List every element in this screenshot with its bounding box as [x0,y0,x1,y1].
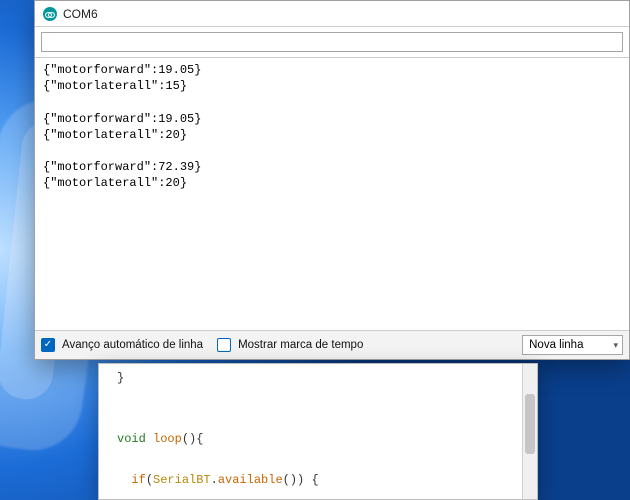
chevron-down-icon: ▾ [613,340,618,351]
code-brace-close: } [117,371,124,385]
code-fn-loop: loop [153,432,182,446]
code-paren-open: ( [146,473,153,487]
code-scrollbar[interactable] [522,364,537,499]
bottom-bar: ✓ Avanço automático de linha Mostrar mar… [35,330,629,359]
code-keyword-if: if [131,473,145,487]
autoscroll-checkbox[interactable]: ✓ [41,338,55,352]
code-dot-1: . [211,473,218,487]
autoscroll-label: Avanço automático de linha [62,339,203,351]
line-ending-select[interactable]: Nova linha ▾ [522,335,623,355]
titlebar: COM6 [35,1,629,27]
code-keyword-void: void [117,432,146,446]
line-ending-value: Nova linha [529,339,583,351]
timestamp-label: Mostrar marca de tempo [238,339,363,351]
code-cond-rest: ()) { [283,473,319,487]
timestamp-checkbox[interactable] [217,338,231,352]
arduino-icon [43,7,57,21]
serial-output[interactable]: {"motorforward":19.05} {"motorlaterall":… [35,58,629,330]
send-input[interactable] [41,32,623,52]
send-row [35,27,629,58]
code-loop-sig: (){ [182,432,204,446]
code-class-serialbt: SerialBT [153,473,211,487]
code-editor-window: } void loop(){ if(SerialBT.available()) … [98,363,538,500]
serial-monitor-window: COM6 {"motorforward":19.05} {"motorlater… [34,0,630,360]
window-title: COM6 [63,7,98,21]
scrollbar-thumb[interactable] [525,394,535,454]
code-editor[interactable]: } void loop(){ if(SerialBT.available()) … [99,364,537,499]
code-fn-available: available [218,473,283,487]
